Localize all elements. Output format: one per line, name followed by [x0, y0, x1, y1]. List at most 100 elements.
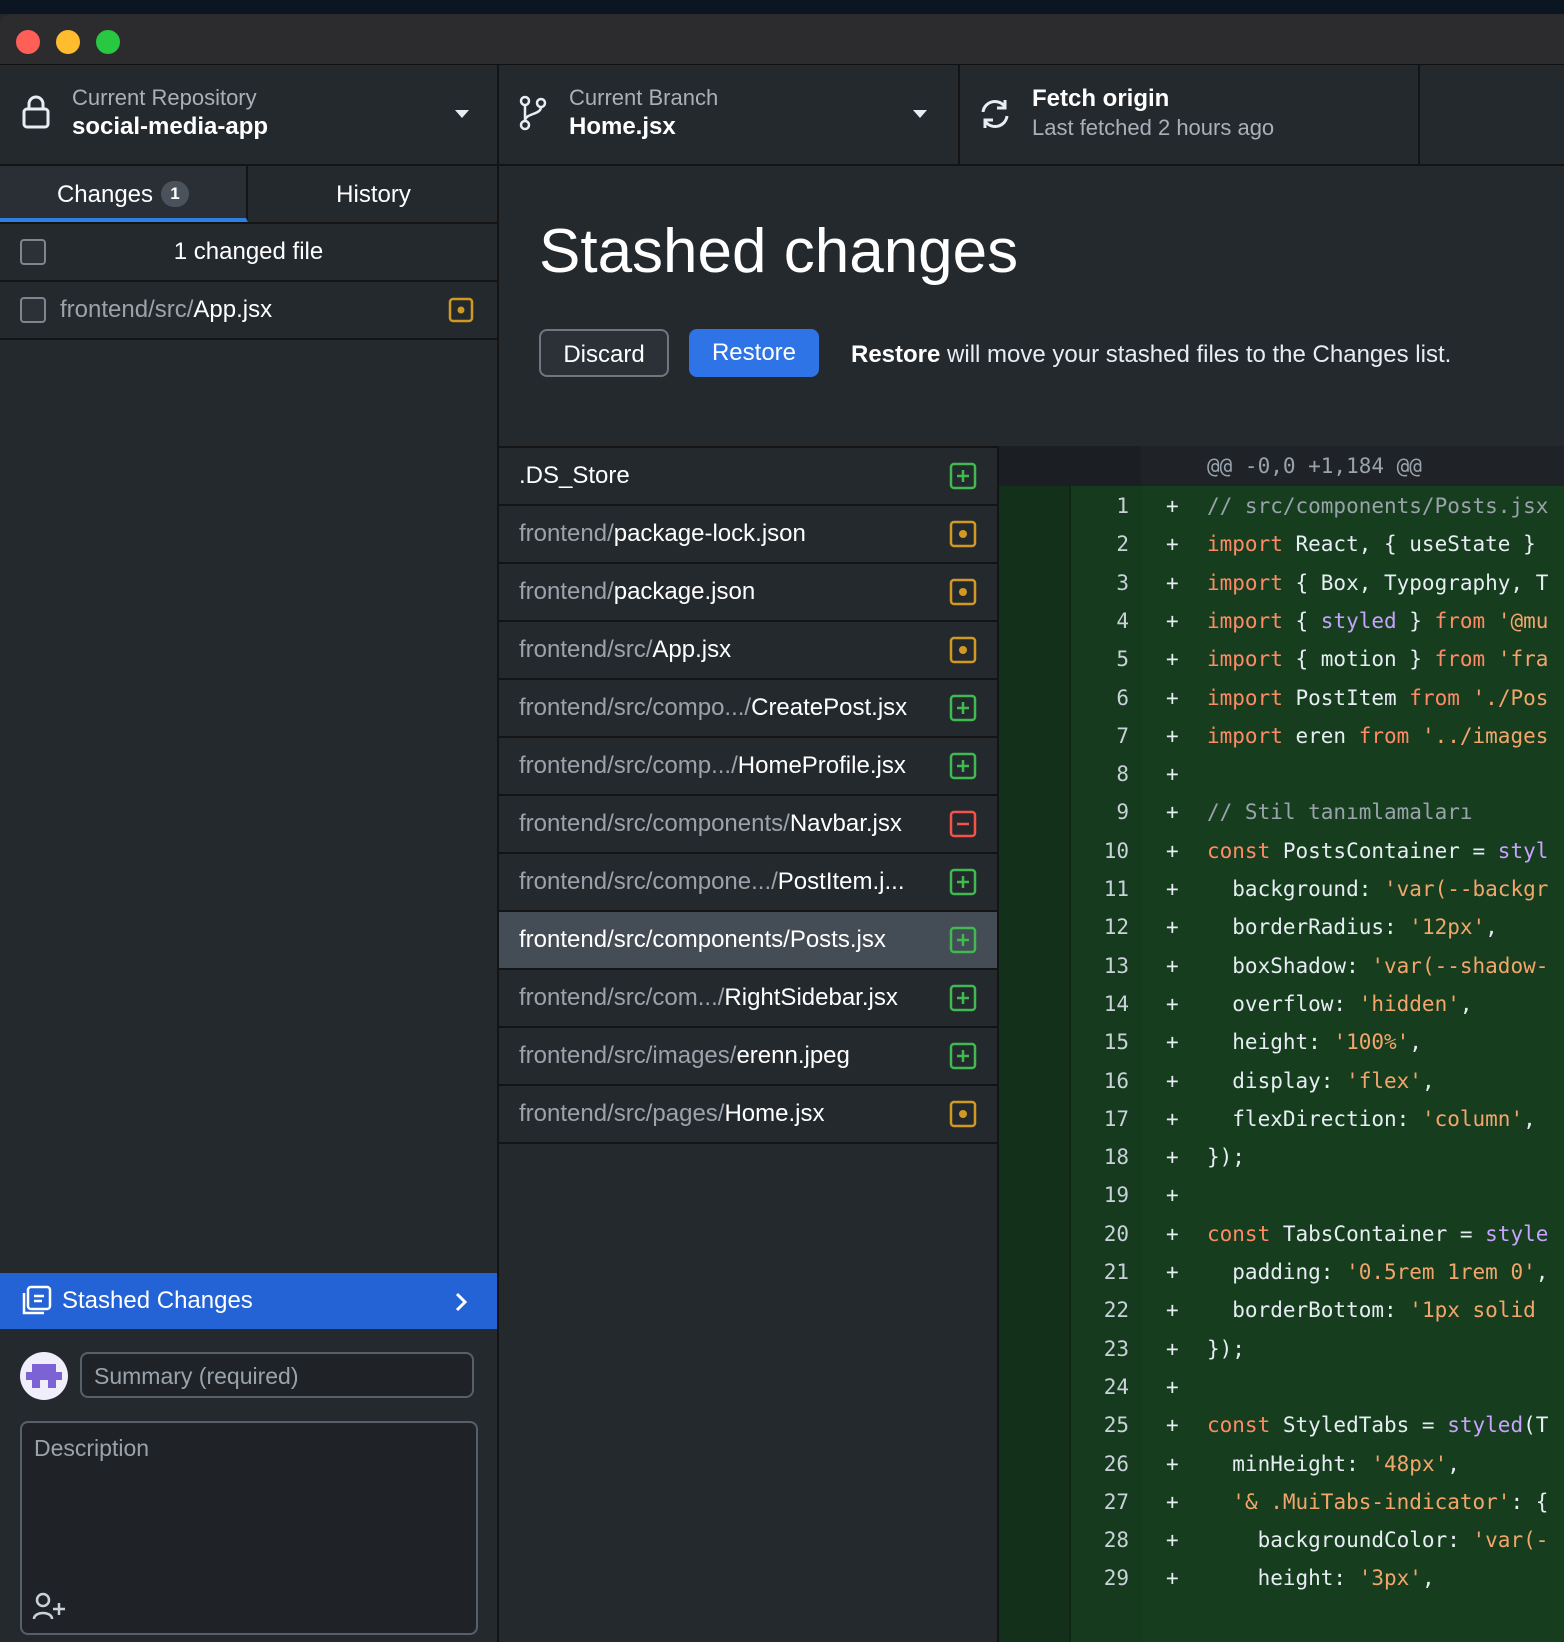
code-text: boxShadow: 'var(--shadow-	[1207, 953, 1549, 978]
added-marker: +	[1166, 800, 1179, 825]
code-text: height: '100%',	[1207, 1030, 1422, 1055]
diff-line: 6 + import PostItem from './Pos	[999, 678, 1564, 718]
code-text: borderRadius: '12px',	[1207, 915, 1498, 940]
line-number: 27	[1103, 1489, 1129, 1514]
discard-button[interactable]: Discard	[539, 329, 669, 377]
branch-name: Home.jsx	[569, 113, 676, 140]
stashed-file-row[interactable]: frontend/src/images/erenn.jpeg	[499, 1028, 997, 1086]
file-checkbox[interactable]	[20, 297, 46, 323]
stashed-file-row[interactable]: frontend/src/App.jsx	[499, 622, 997, 680]
stashed-file-row[interactable]: frontend/src/pages/Home.jsx	[499, 1086, 997, 1144]
code-text: minHeight: '48px',	[1207, 1451, 1460, 1476]
stashed-file-row[interactable]: frontend/src/compo.../CreatePost.jsx	[499, 680, 997, 738]
stashed-file-row[interactable]: frontend/src/components/Posts.jsx	[499, 912, 997, 970]
tab-history[interactable]: History	[250, 166, 497, 222]
stashed-file-path: frontend/src/pages/Home.jsx	[519, 1086, 824, 1142]
minimize-window-button[interactable]	[56, 30, 80, 54]
repository-selector[interactable]: Current Repository social-media-app	[0, 65, 499, 164]
file-name: RightSidebar.jsx	[724, 984, 898, 1011]
added-marker: +	[1166, 1528, 1179, 1553]
line-number: 10	[1103, 838, 1129, 863]
diff-line: 20 + const TabsContainer = style	[999, 1214, 1564, 1254]
code-text: const StyledTabs = styled(T	[1207, 1413, 1549, 1438]
file-name: erenn.jpeg	[736, 1042, 850, 1069]
stashed-file-path: frontend/src/compone.../PostItem.j...	[519, 854, 905, 910]
diff-line: 7 + import eren from '../images	[999, 716, 1564, 756]
diff-line: 24 +	[999, 1367, 1564, 1407]
line-number: 3	[1116, 570, 1129, 595]
file-dir: frontend/	[519, 578, 614, 605]
main-panel: Stashed changes Discard Restore Restore …	[499, 166, 1564, 1642]
added-marker: +	[1166, 1374, 1179, 1399]
changed-file-name: App.jsx	[193, 296, 273, 323]
file-dir: frontend/src/images/	[519, 1042, 737, 1069]
branch-selector[interactable]: Current Branch Home.jsx	[499, 65, 960, 164]
modified-status-icon	[949, 636, 977, 664]
zoom-window-button[interactable]	[96, 30, 120, 54]
add-coauthor-icon[interactable]	[32, 1591, 68, 1621]
summary-input[interactable]: Summary (required)	[80, 1352, 474, 1398]
diff-line: 1 + // src/components/Posts.jsx	[999, 486, 1564, 526]
diff-line: 21 + padding: '0.5rem 1rem 0',	[999, 1252, 1564, 1292]
changed-file-path: frontend/src/App.jsx	[60, 282, 272, 338]
changed-file-row[interactable]: frontend/src/App.jsx	[0, 282, 497, 340]
sidebar: Changes 1 History 1 changed file frontend…	[0, 166, 499, 1642]
line-number: 11	[1103, 877, 1129, 901]
stashed-file-row[interactable]: frontend/src/compone.../PostItem.j...	[499, 854, 997, 912]
stashed-file-row[interactable]: frontend/package.json	[499, 564, 997, 622]
file-name: Posts.jsx	[789, 926, 886, 953]
line-number: 2	[1116, 532, 1129, 557]
stashed-changes-button[interactable]: Stashed Changes	[0, 1273, 497, 1329]
line-number: 29	[1103, 1566, 1129, 1591]
diff-line: 3 + import { Box, Typography, T	[999, 563, 1564, 603]
line-number: 28	[1103, 1528, 1129, 1553]
file-dir: frontend/src/comp.../	[519, 752, 738, 779]
added-status-icon	[949, 868, 977, 896]
fetch-origin-button[interactable]: Fetch origin Last fetched 2 hours ago	[960, 65, 1420, 164]
diff-line: 11 + background: 'var(--backgr	[999, 869, 1564, 909]
diff-line: 15 + height: '100%',	[999, 1022, 1564, 1062]
added-status-icon	[949, 984, 977, 1012]
changes-count-badge: 1	[161, 181, 190, 207]
diff-line: 8 +	[999, 754, 1564, 794]
stashed-file-row[interactable]: frontend/src/components/Navbar.jsx	[499, 796, 997, 854]
lock-icon	[22, 95, 50, 129]
stashed-file-row[interactable]: frontend/src/comp.../HomeProfile.jsx	[499, 738, 997, 796]
added-marker: +	[1166, 991, 1179, 1016]
added-status-icon	[949, 926, 977, 954]
diff-line: 27 + '& .MuiTabs-indicator': {	[999, 1482, 1564, 1522]
code-text: import PostItem from './Pos	[1207, 685, 1549, 710]
added-marker: +	[1166, 1336, 1179, 1361]
stashed-file-path: frontend/src/images/erenn.jpeg	[519, 1028, 850, 1084]
file-name: App.jsx	[652, 636, 732, 663]
diff-line: 28 + backgroundColor: 'var(-	[999, 1520, 1564, 1560]
diff-line: 29 + height: '3px',	[999, 1558, 1564, 1598]
branch-label: Current Branch	[569, 85, 719, 110]
line-number: 25	[1103, 1413, 1129, 1438]
description-textarea[interactable]: Description	[20, 1421, 478, 1635]
tab-changes[interactable]: Changes 1	[0, 166, 248, 222]
close-window-button[interactable]	[16, 30, 40, 54]
stashed-file-row[interactable]: .DS_Store	[499, 448, 997, 506]
stashed-file-path: frontend/src/components/Navbar.jsx	[519, 796, 902, 852]
stashed-file-row[interactable]: frontend/src/com.../RightSidebar.jsx	[499, 970, 997, 1028]
line-number: 15	[1103, 1030, 1129, 1055]
added-marker: +	[1166, 915, 1179, 940]
app-window: Current Repository social-media-app Curr…	[0, 14, 1564, 1642]
added-marker: +	[1166, 877, 1179, 901]
stashed-file-path: frontend/package.json	[519, 564, 755, 620]
file-name: CreatePost.jsx	[751, 694, 908, 721]
diff-line: 10 + const PostsContainer = styl	[999, 831, 1564, 871]
modified-status-icon	[949, 578, 977, 606]
restore-button[interactable]: Restore	[689, 329, 819, 377]
line-number: 24	[1103, 1374, 1129, 1399]
line-number: 16	[1103, 1068, 1129, 1093]
code-text: padding: '0.5rem 1rem 0',	[1207, 1260, 1549, 1284]
stashed-file-row[interactable]: frontend/package-lock.json	[499, 506, 997, 564]
code-text: height: '3px',	[1207, 1566, 1435, 1591]
diff-line: 22 + borderBottom: '1px solid	[999, 1290, 1564, 1330]
code-text: backgroundColor: 'var(-	[1207, 1528, 1549, 1553]
page-title: Stashed changes	[539, 217, 1019, 286]
line-number: 23	[1103, 1336, 1129, 1361]
line-number: 9	[1116, 800, 1129, 825]
